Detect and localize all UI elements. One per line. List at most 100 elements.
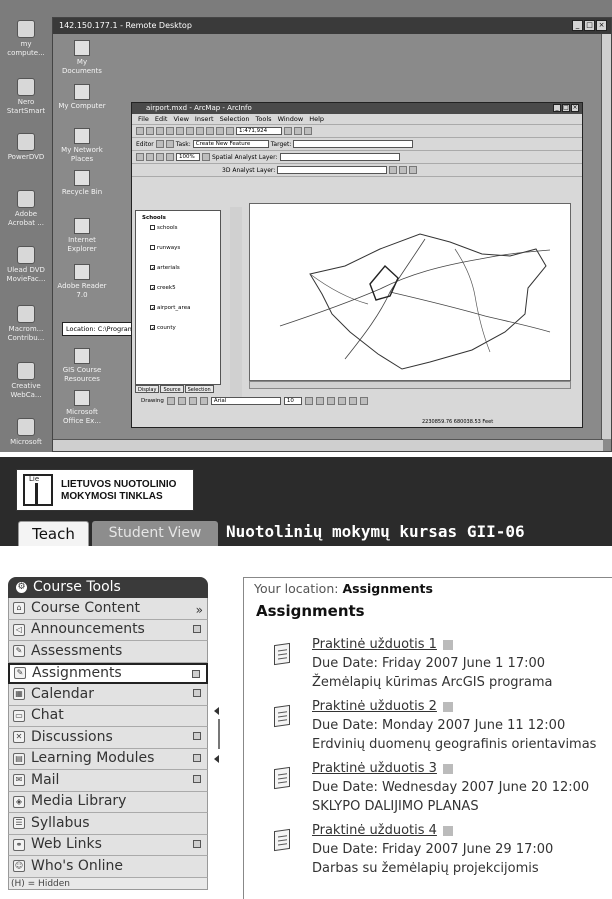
fill-color-icon[interactable] (348, 397, 357, 405)
editor-menu[interactable]: Editor (136, 141, 154, 148)
layer-runways[interactable]: runways (150, 245, 180, 252)
remote-icon-my-documents[interactable]: My Documents (57, 40, 107, 76)
zoom-in-page-icon[interactable] (136, 153, 144, 161)
menu-file[interactable]: File (138, 114, 149, 124)
3d-layer-combo[interactable] (277, 166, 388, 174)
edit-tool-icon[interactable] (155, 140, 164, 148)
remote-vertical-scrollbar[interactable] (601, 34, 611, 439)
layer-creek5[interactable]: ✓creek5 (150, 285, 176, 292)
remote-desktop-titlebar[interactable]: 142.150.177.1 - Remote Desktop _ □ × (53, 18, 611, 34)
zoom-percent-combo[interactable]: 100% (176, 153, 200, 161)
layer-checkbox[interactable]: ✓ (150, 265, 156, 272)
arcmap-maximize-button[interactable]: □ (562, 104, 570, 112)
desktop-icon-powerdvd[interactable]: PowerDVD (0, 133, 52, 162)
editor-toolbar-icon[interactable] (284, 127, 292, 135)
menu-tools[interactable]: Tools (256, 114, 272, 124)
nav-whos-online[interactable]: ☺ Who's Online (8, 856, 208, 878)
desktop-icon-microsoft[interactable]: Microsoft (0, 418, 52, 447)
nav-mail[interactable]: ✉ Mail (8, 770, 208, 792)
layer-arterials[interactable]: ✓arterials (150, 265, 180, 272)
text-tool-icon[interactable] (199, 397, 208, 405)
sidebar-collapse-handle[interactable] (214, 705, 224, 765)
menu-window[interactable]: Window (278, 114, 304, 124)
copy-icon[interactable] (186, 127, 194, 135)
remote-icon-my-computer[interactable]: My Computer (57, 84, 107, 111)
collapse-left-icon[interactable] (214, 755, 219, 763)
nav-calendar[interactable]: ▦ Calendar (8, 684, 208, 706)
layer-checkbox[interactable]: ✓ (150, 305, 156, 312)
remote-icon-recycle-bin[interactable]: Recycle Bin (57, 170, 107, 197)
menu-help[interactable]: Help (309, 114, 324, 124)
lms-logo[interactable]: Lie LIETUVOS NUOTOLINIO MOKYMOSI TINKLAS (16, 469, 194, 511)
menu-edit[interactable]: Edit (155, 114, 168, 124)
toc-root-layers[interactable]: Schools (142, 215, 166, 222)
steepest-path-icon[interactable] (399, 166, 408, 174)
assignment-link[interactable]: Praktinė užduotis 2 (312, 698, 453, 716)
sa-layer-combo[interactable] (279, 153, 400, 161)
undo-icon[interactable] (216, 127, 224, 135)
layer-checkbox[interactable] (150, 245, 155, 250)
layer-county[interactable]: ✓county (150, 325, 176, 332)
remote-icon-gis-course[interactable]: GIS Course Resources (57, 348, 107, 384)
new-icon[interactable] (136, 127, 144, 135)
rotate-icon[interactable] (177, 397, 186, 405)
maximize-button[interactable]: □ (584, 20, 595, 31)
desktop-icon-ulead-dvd[interactable]: Ulead DVD MovieFac... (0, 246, 52, 284)
map-canvas[interactable] (249, 203, 571, 381)
menu-insert[interactable]: Insert (195, 114, 214, 124)
open-icon[interactable] (146, 127, 154, 135)
task-combo[interactable]: Create New Feature (192, 140, 269, 148)
save-icon[interactable] (156, 127, 164, 135)
target-combo[interactable] (293, 140, 414, 148)
close-button[interactable]: × (596, 20, 607, 31)
assignment-link[interactable]: Praktinė užduotis 4 (312, 822, 453, 840)
course-tools-header[interactable]: ⚙ Course Tools (8, 577, 208, 598)
add-data-icon[interactable] (226, 127, 234, 135)
nav-course-content[interactable]: ⌂ Course Content» (8, 598, 208, 620)
layer-checkbox[interactable]: ✓ (150, 325, 156, 332)
sketch-tool-icon[interactable] (165, 140, 174, 148)
tab-source[interactable]: Source (160, 385, 184, 393)
arcscene-icon[interactable] (409, 166, 418, 174)
help-icon[interactable] (304, 127, 312, 135)
desktop-icon-creative-webcam[interactable]: Creative WebCa... (0, 362, 52, 400)
arcmap-titlebar[interactable]: airport.mxd - ArcMap - ArcInfo _ □ × (132, 103, 582, 114)
3d-analyst-menu[interactable]: 3D Analyst (222, 167, 255, 174)
remote-horizontal-scrollbar[interactable] (53, 439, 603, 451)
nav-syllabus[interactable]: ☰ Syllabus (8, 813, 208, 835)
nav-announcements[interactable]: ◁ Announcements (8, 619, 208, 641)
paste-icon[interactable] (196, 127, 204, 135)
desktop-icon-macromedia[interactable]: Macrom... Contribu... (0, 305, 52, 343)
remote-icon-internet-explorer[interactable]: Internet Explorer (57, 218, 107, 254)
italic-icon[interactable] (315, 397, 324, 405)
bold-icon[interactable] (304, 397, 313, 405)
layer-checkbox[interactable]: ✓ (150, 285, 156, 292)
font-size-combo[interactable]: 10 (283, 397, 302, 405)
nav-assignments[interactable]: ✎ Assignments (8, 662, 208, 684)
nav-chat[interactable]: ▭ Chat (8, 705, 208, 727)
assignment-link[interactable]: Praktinė užduotis 1 (312, 636, 453, 654)
tab-teach[interactable]: Teach (18, 521, 89, 546)
assignment-link[interactable]: Praktinė užduotis 3 (312, 760, 453, 778)
arcmap-close-button[interactable]: × (571, 104, 579, 112)
scale-combo[interactable]: 1:471,924 (236, 127, 282, 135)
tab-display[interactable]: Display (135, 385, 160, 393)
desktop-icon-adobe-acrobat[interactable]: Adobe Acrobat ... (0, 190, 52, 228)
arcmap-minimize-button[interactable]: _ (553, 104, 561, 112)
pan-page-icon[interactable] (156, 153, 164, 161)
menu-view[interactable]: View (173, 114, 188, 124)
nav-learning-modules[interactable]: ▤ Learning Modules (8, 748, 208, 770)
layer-schools[interactable]: schools (150, 225, 178, 232)
remote-icon-adobe-reader[interactable]: Adobe Reader 7.0 (57, 264, 107, 300)
desktop-icon-nero[interactable]: Nero StartSmart (0, 78, 52, 116)
line-color-icon[interactable] (359, 397, 368, 405)
tab-student-view[interactable]: Student View (92, 521, 218, 546)
print-icon[interactable] (166, 127, 174, 135)
remote-icon-network-places[interactable]: My Network Places (57, 128, 107, 164)
collapse-left-icon[interactable] (214, 707, 219, 715)
tools-toolbar[interactable] (230, 207, 242, 397)
tab-selection[interactable]: Selection (184, 385, 214, 393)
nav-discussions[interactable]: ✕ Discussions (8, 727, 208, 749)
interpolate-line-icon[interactable] (389, 166, 398, 174)
cut-icon[interactable] (176, 127, 184, 135)
